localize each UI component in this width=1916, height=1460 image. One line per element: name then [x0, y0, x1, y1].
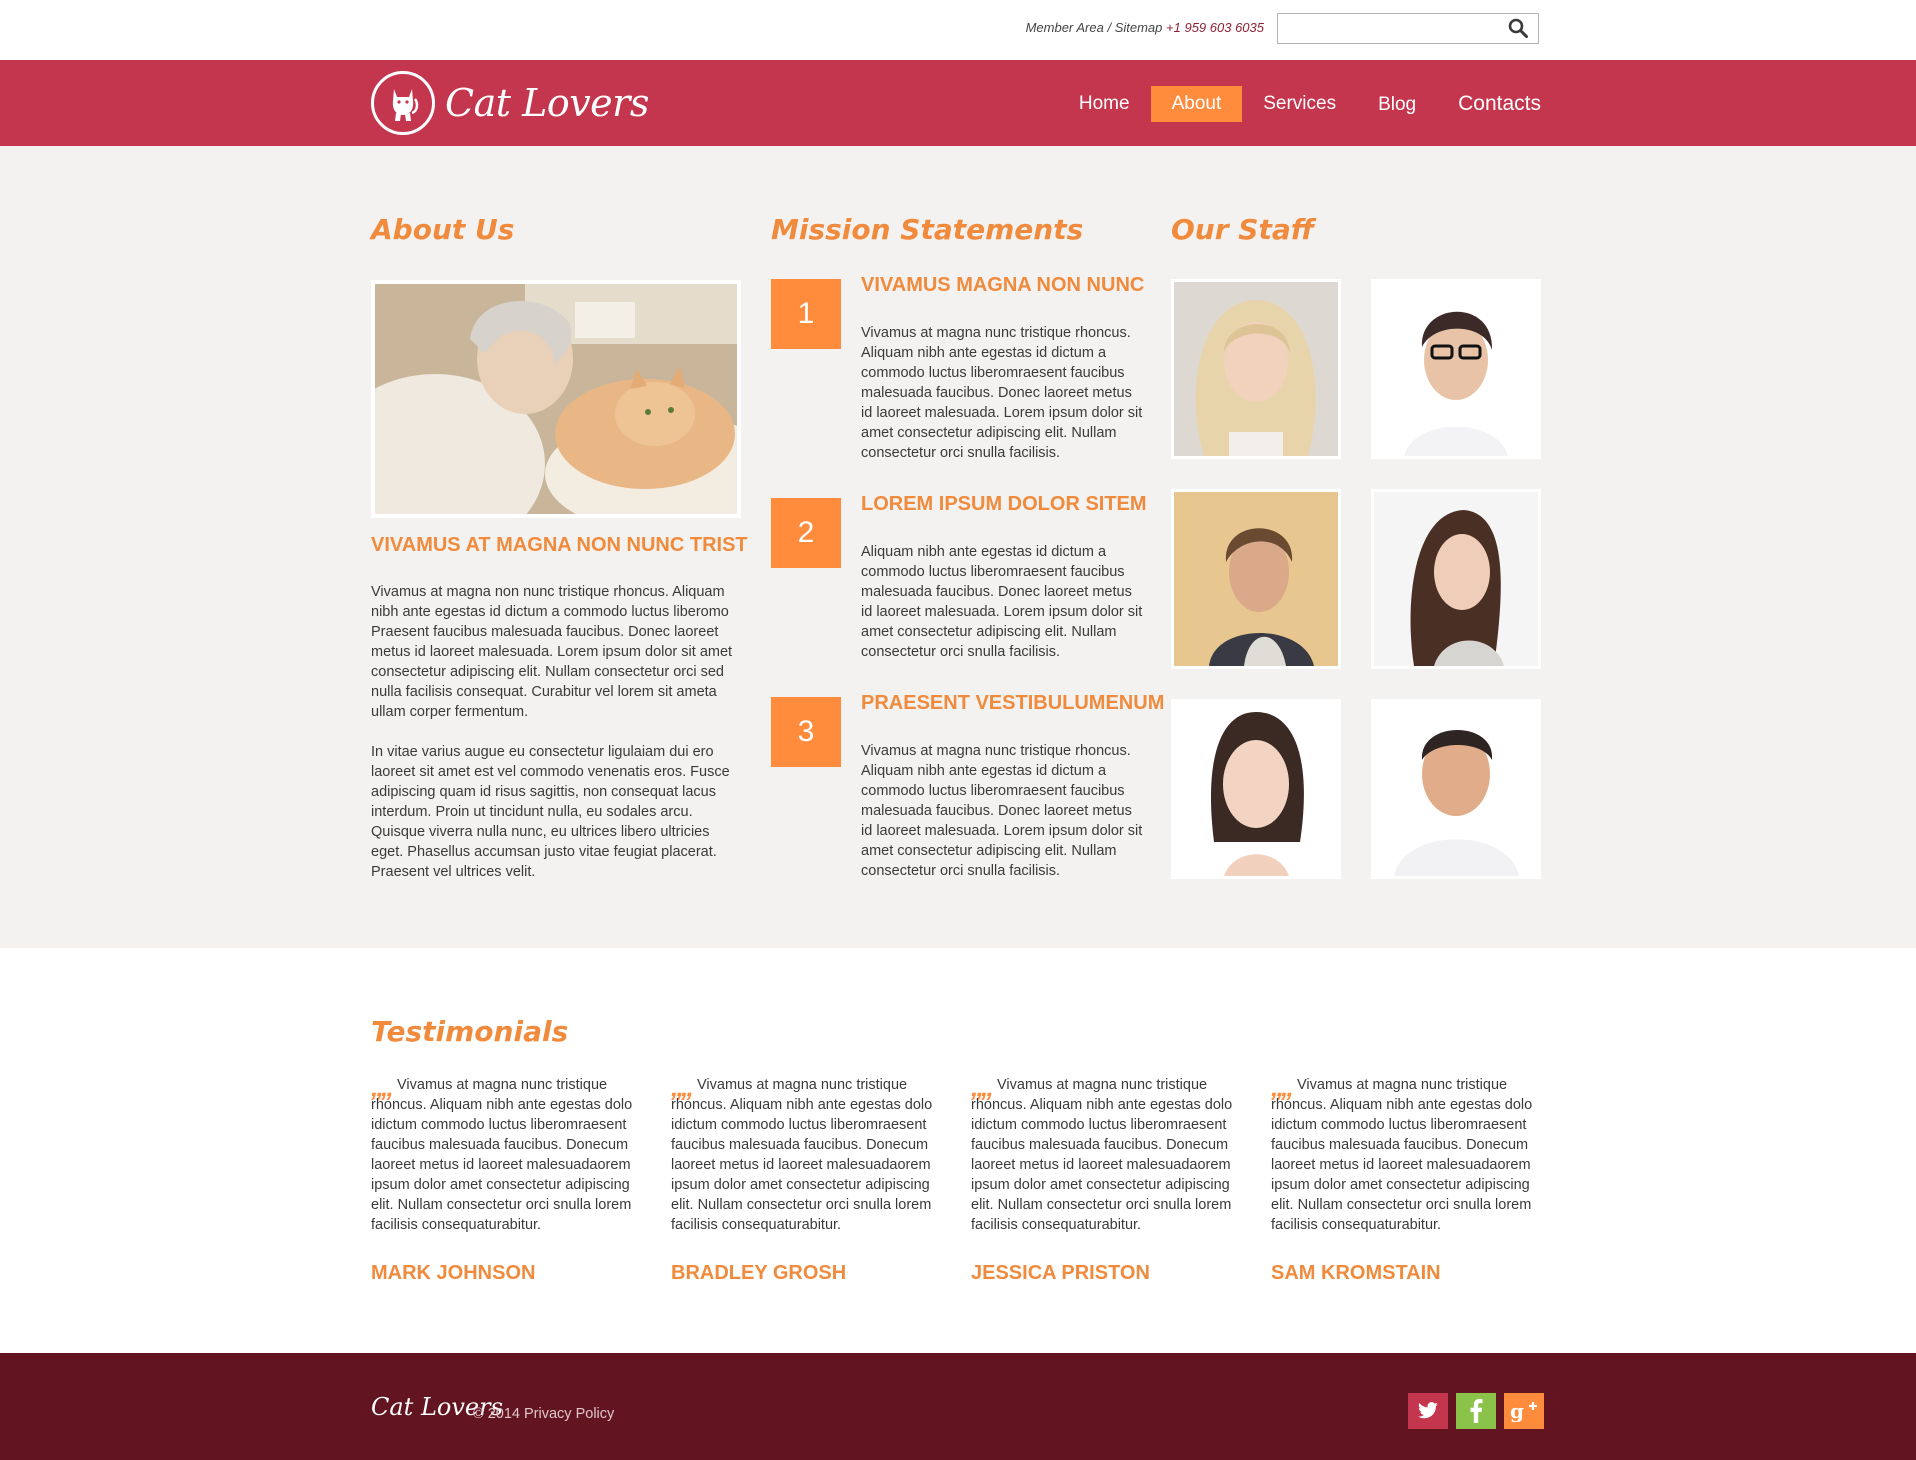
testimonials-heading: Testimonials [371, 1015, 569, 1048]
top-links: Member Area / Sitemap +1 959 603 6035 [1026, 20, 1264, 35]
staff-portrait-smiling-woman [1374, 492, 1538, 666]
staff-photo-5[interactable] [1171, 699, 1341, 879]
mission-number-3: 3 [771, 697, 841, 767]
mission-heading: Mission Statements [771, 213, 1084, 246]
top-bar: Member Area / Sitemap +1 959 603 6035 [0, 0, 1916, 60]
staff-portrait-man-brown-hair [1174, 492, 1338, 666]
copyright-text: © 2014 [473, 1406, 520, 1422]
nav-home[interactable]: Home [1058, 86, 1151, 122]
staff-photo-1[interactable] [1171, 279, 1341, 459]
mission-text-1: Vivamus at magna nunc tristique rhoncus.… [861, 325, 1143, 461]
woman-with-cat-image [375, 284, 737, 514]
about-paragraph-2: In vitae varius augue eu consectetur lig… [371, 744, 730, 880]
testimonial-text-3: Vivamus at magna nunc tristique rhoncus.… [971, 1077, 1233, 1233]
about-subheading: VIVAMUS AT MAGNA NON NUNC TRIST [371, 534, 748, 556]
staff-photo-6[interactable] [1371, 699, 1541, 879]
testimonial-quote-2: „„ Vivamus at magna nunc tristique rhoncu… [671, 1074, 941, 1235]
twitter-button[interactable] [1408, 1393, 1448, 1429]
testimonial-author-1: MARK JOHNSON [371, 1262, 536, 1284]
nav-about[interactable]: About [1150, 86, 1243, 122]
testimonial-text-2: Vivamus at magna nunc tristique rhoncus.… [671, 1077, 933, 1233]
about-photo [371, 280, 741, 518]
staff-photo-3[interactable] [1171, 489, 1341, 669]
testimonial-author-3: JESSICA PRISTON [971, 1262, 1150, 1284]
testimonial-text-4: Vivamus at magna nunc tristique rhoncus.… [1271, 1077, 1533, 1233]
footer-copyright: © 2014 Privacy Policy [473, 1406, 614, 1422]
staff-photo-4[interactable] [1371, 489, 1541, 669]
staff-portrait-dark-hair-woman [1174, 702, 1338, 876]
site-footer: Cat Lovers © 2014 Privacy Policy g [0, 1353, 1916, 1460]
top-links-separator: / [1103, 20, 1115, 35]
site-header: Cat Lovers Home About Services Blog Cont… [0, 60, 1916, 146]
mission-title-2: LOREM IPSUM DOLOR SITEM [861, 493, 1147, 515]
nav-contacts[interactable]: Contacts [1437, 85, 1541, 123]
svg-text:g: g [1510, 1400, 1524, 1422]
testimonial-quote-4: „„ Vivamus at magna nunc tristique rhoncu… [1271, 1074, 1541, 1235]
cat-logo-icon [371, 71, 435, 135]
mission-number-2: 2 [771, 498, 841, 568]
testimonial-author-2: BRADLEY GROSH [671, 1262, 847, 1284]
facebook-icon [1470, 1399, 1483, 1423]
mission-number-1: 1 [771, 279, 841, 349]
twitter-icon [1418, 1402, 1438, 1419]
staff-photo-2[interactable] [1371, 279, 1541, 459]
nav-blog[interactable]: Blog [1357, 85, 1437, 123]
search-input[interactable] [1278, 14, 1509, 43]
about-heading: About Us [371, 213, 515, 246]
staff-portrait-man-glasses [1374, 282, 1538, 456]
nav-services[interactable]: Services [1242, 86, 1357, 122]
mission-text-2: Aliquam nibh ante egestas id dictum a co… [861, 544, 1143, 660]
about-paragraph-1: Vivamus at magna non nunc tristique rhon… [371, 584, 733, 720]
search-box [1277, 13, 1539, 44]
google-plus-button[interactable]: g [1504, 1393, 1544, 1429]
mission-title-1: VIVAMUS MAGNA NON NUNC [861, 274, 1145, 296]
main-nav: Home About Services Blog Contacts [1058, 85, 1541, 123]
mission-text-3: Vivamus at magna nunc tristique rhoncus.… [861, 743, 1143, 879]
logo[interactable]: Cat Lovers [371, 69, 649, 137]
testimonial-author-4: SAM KROMSTAIN [1271, 1262, 1441, 1284]
search-icon[interactable] [1508, 18, 1528, 38]
google-plus-icon: g [1510, 1400, 1537, 1422]
mission-title-3: PRAESENT VESTIBULUMENUM [861, 692, 1165, 714]
testimonial-quote-1: „„ Vivamus at magna nunc tristique rhoncu… [371, 1074, 641, 1235]
staff-heading: Our Staff [1171, 213, 1315, 246]
staff-portrait-blonde-woman [1174, 282, 1338, 456]
privacy-policy-link[interactable]: Privacy Policy [524, 1406, 614, 1422]
testimonial-quote-3: „„ Vivamus at magna nunc tristique rhoncu… [971, 1074, 1241, 1235]
staff-portrait-smiling-man [1374, 702, 1538, 876]
facebook-button[interactable] [1456, 1393, 1496, 1429]
testimonial-text-1: Vivamus at magna nunc tristique rhoncus.… [371, 1077, 633, 1233]
phone-number: +1 959 603 6035 [1166, 20, 1264, 35]
member-area-link[interactable]: Member Area [1026, 20, 1104, 35]
brand-wordmark: Cat Lovers [445, 81, 649, 125]
sitemap-link[interactable]: Sitemap [1115, 20, 1163, 35]
